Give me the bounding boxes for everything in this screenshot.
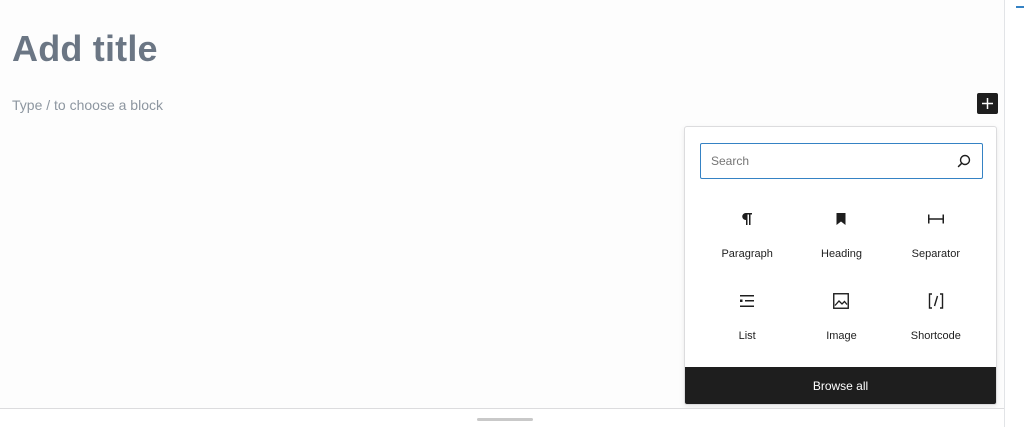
resize-handle[interactable]	[477, 418, 533, 421]
search-icon	[957, 154, 971, 168]
block-placeholder[interactable]: Type / to choose a block	[12, 97, 163, 113]
block-label: Separator	[911, 248, 960, 260]
sidebar-edge	[1004, 0, 1024, 427]
block-inserter-popover: Paragraph Heading Separa	[684, 126, 997, 405]
post-title[interactable]: Add title	[12, 28, 158, 70]
paragraph-icon	[737, 209, 757, 229]
add-block-button[interactable]	[977, 93, 998, 114]
editor-canvas: Add title Type / to choose a block Parag	[0, 0, 1004, 408]
bottom-panel	[0, 408, 1004, 427]
separator-icon	[926, 209, 946, 229]
block-shortcode[interactable]: Shortcode	[889, 287, 983, 369]
block-image[interactable]: Image	[794, 287, 888, 369]
block-label: Image	[826, 330, 857, 342]
sidebar-accent	[1016, 6, 1024, 8]
plus-icon	[982, 98, 993, 109]
list-icon	[737, 291, 757, 311]
block-list[interactable]: List	[700, 287, 794, 369]
browse-all-button[interactable]: Browse all	[685, 367, 996, 404]
block-label: List	[738, 330, 756, 342]
block-label: Heading	[821, 248, 862, 260]
search-input[interactable]	[701, 144, 951, 178]
search-box	[700, 143, 983, 179]
block-grid: Paragraph Heading Separator List Image S…	[700, 205, 983, 369]
block-separator[interactable]: Separator	[889, 205, 983, 287]
block-paragraph[interactable]: Paragraph	[700, 205, 794, 287]
block-label: Paragraph	[721, 248, 773, 260]
bookmark-icon	[831, 209, 851, 229]
image-icon	[831, 291, 851, 311]
block-heading[interactable]: Heading	[794, 205, 888, 287]
block-label: Shortcode	[910, 330, 961, 342]
shortcode-icon	[926, 291, 946, 311]
